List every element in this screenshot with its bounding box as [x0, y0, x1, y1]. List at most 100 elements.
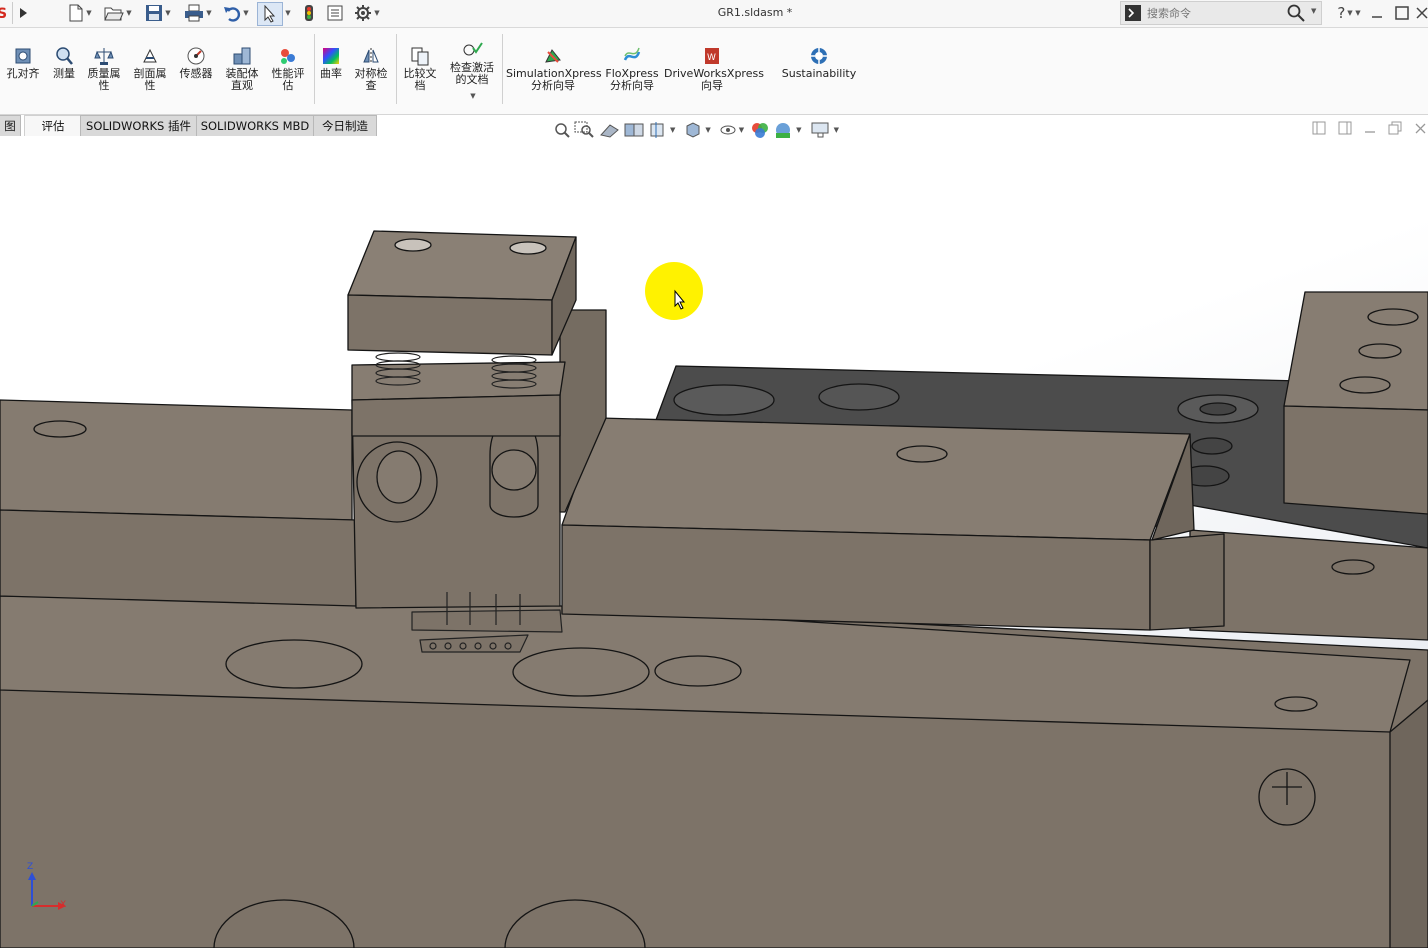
- assembly-visualization-label: 装配体直观: [225, 67, 259, 92]
- minimize-icon[interactable]: [1368, 2, 1386, 24]
- toolbar-separator: [502, 34, 503, 104]
- close-icon[interactable]: [1416, 2, 1428, 24]
- mass-properties-icon: [94, 48, 114, 65]
- document-title: GR1.sldasm *: [717, 6, 793, 19]
- section-properties-label: 剖面属性: [133, 67, 167, 92]
- simulationxpress-label: SimulationXpress 分析向导: [506, 67, 602, 92]
- cursor-highlight: [645, 262, 703, 320]
- toolbar-separator: [396, 34, 397, 104]
- section-properties-button[interactable]: 剖面属性: [130, 46, 170, 92]
- assembly-visualization-icon: [233, 47, 251, 65]
- symmetry-check-button[interactable]: 对称检查: [352, 46, 390, 92]
- section-view-icon[interactable]: [622, 121, 648, 139]
- hole-align-icon: [15, 48, 31, 64]
- sensor-button[interactable]: 传感器: [176, 46, 216, 80]
- maximize-icon[interactable]: [1392, 2, 1412, 24]
- triad-z-label: Z: [27, 862, 34, 872]
- curvature-button[interactable]: 曲率: [316, 46, 346, 80]
- driveworksxpress-button[interactable]: W DriveWorksXpress 向导: [664, 46, 764, 92]
- floxpress-label: FloXpress 分析向导: [605, 67, 659, 92]
- tab-features[interactable]: 图: [0, 115, 21, 137]
- simulationxpress-button[interactable]: SimulationXpress 分析向导: [506, 46, 602, 92]
- performance-evaluation-icon: [281, 49, 295, 64]
- assembly-model[interactable]: [0, 136, 1428, 948]
- view-orientation-icon[interactable]: [683, 121, 703, 139]
- compare-documents-button[interactable]: 比较文档: [400, 46, 440, 92]
- search-dropdown-icon[interactable]: ▼: [1311, 7, 1316, 15]
- triad-x-label: X: [60, 900, 67, 910]
- assembly-visualization-button[interactable]: 装配体直观: [222, 46, 262, 92]
- driveworksxpress-icon: W: [705, 48, 719, 64]
- measure-button[interactable]: 测量: [48, 46, 80, 80]
- sensor-icon: [187, 47, 205, 65]
- compare-documents-icon: [411, 47, 429, 66]
- select-dropdown-icon[interactable]: ▼: [282, 2, 292, 24]
- zoom-to-area-icon[interactable]: [574, 121, 598, 139]
- menu-expand-arrow-icon[interactable]: [12, 2, 33, 24]
- save-button[interactable]: ▼: [140, 2, 176, 24]
- gear-icon: [355, 5, 372, 21]
- search-icon[interactable]: [1287, 4, 1305, 22]
- solidworks-logo-icon[interactable]: S: [0, 2, 8, 24]
- graphics-area[interactable]: Z X: [0, 136, 1428, 948]
- select-cursor-icon: [264, 5, 276, 23]
- floxpress-button[interactable]: FloXpress 分析向导: [604, 46, 660, 92]
- print-button[interactable]: ▼: [180, 2, 216, 24]
- search-input[interactable]: [1145, 4, 1279, 22]
- sustainability-icon: [811, 48, 827, 64]
- view-orientation-dropdown-icon[interactable]: ▼: [705, 126, 710, 134]
- mass-properties-button[interactable]: 质量属性: [84, 46, 124, 92]
- view-settings-dropdown-icon[interactable]: ▼: [834, 126, 839, 134]
- tab-solidworks-mbd[interactable]: SOLIDWORKS MBD: [196, 115, 314, 137]
- search-box[interactable]: ▼: [1120, 1, 1322, 25]
- new-document-button[interactable]: ▼: [62, 2, 98, 24]
- open-button[interactable]: ▼: [100, 2, 136, 24]
- sensor-label: 传感器: [179, 67, 213, 80]
- tile-right-icon[interactable]: [1338, 121, 1352, 138]
- apply-scene-icon[interactable]: [772, 120, 794, 140]
- tab-today-manufacturing[interactable]: 今日制造: [313, 115, 377, 137]
- sustainability-label: Sustainability: [781, 67, 857, 80]
- performance-evaluation-label: 性能评估: [271, 67, 305, 92]
- printer-icon: [185, 4, 204, 22]
- save-icon: [146, 5, 163, 21]
- options-button[interactable]: ▼: [350, 2, 384, 24]
- check-active-document-label: 检查激活的文档: [450, 61, 494, 86]
- traffic-light-icon: [305, 5, 313, 21]
- simulationxpress-icon: [545, 49, 561, 63]
- tab-solidworks-addins[interactable]: SOLIDWORKS 插件: [80, 115, 197, 137]
- undo-button[interactable]: ▼: [218, 2, 254, 24]
- tile-left-icon[interactable]: [1312, 121, 1326, 138]
- doc-close-icon[interactable]: [1414, 121, 1426, 138]
- curvature-icon: [323, 48, 339, 64]
- zoom-to-fit-icon[interactable]: [552, 121, 574, 139]
- performance-evaluation-button[interactable]: 性能评估: [268, 46, 308, 92]
- tab-evaluate[interactable]: 评估: [24, 115, 82, 137]
- select-button[interactable]: [257, 2, 283, 26]
- view-settings-icon[interactable]: [810, 121, 832, 139]
- check-active-document-dropdown-icon[interactable]: ▼: [470, 90, 475, 102]
- hide-show-items-icon[interactable]: [719, 121, 737, 139]
- help-dropdown-icon[interactable]: ▼: [1352, 2, 1362, 24]
- svg-text:W: W: [707, 53, 716, 63]
- doc-minimize-icon[interactable]: [1364, 121, 1376, 138]
- symmetry-check-icon: [363, 48, 379, 64]
- edit-appearance-icon[interactable]: [750, 120, 772, 140]
- section-view-dropdown-icon[interactable]: ▼: [670, 126, 675, 134]
- file-properties-button[interactable]: [325, 2, 345, 24]
- sustainability-button[interactable]: Sustainability: [778, 46, 860, 80]
- reference-triad: Z X: [24, 862, 74, 918]
- dynamic-annotation-icon[interactable]: [648, 121, 668, 139]
- check-active-document-button[interactable]: 检查激活的文档 ▼: [446, 40, 498, 102]
- previous-view-icon[interactable]: [598, 121, 622, 139]
- command-manager: 孔对齐 测量 质量属性 剖面属性 传感器 装配体直观 性能评估 曲率 对称检查 …: [0, 28, 1428, 115]
- doc-restore-icon[interactable]: [1388, 121, 1402, 138]
- rebuild-button[interactable]: [300, 2, 318, 24]
- command-prompt-icon: [1125, 5, 1141, 21]
- hole-align-button[interactable]: 孔对齐: [4, 46, 42, 80]
- file-properties-icon: [327, 5, 343, 21]
- hide-show-dropdown-icon[interactable]: ▼: [739, 126, 744, 134]
- curvature-label: 曲率: [320, 67, 342, 80]
- driveworksxpress-label: DriveWorksXpress 向导: [664, 67, 764, 92]
- apply-scene-dropdown-icon[interactable]: ▼: [796, 126, 801, 134]
